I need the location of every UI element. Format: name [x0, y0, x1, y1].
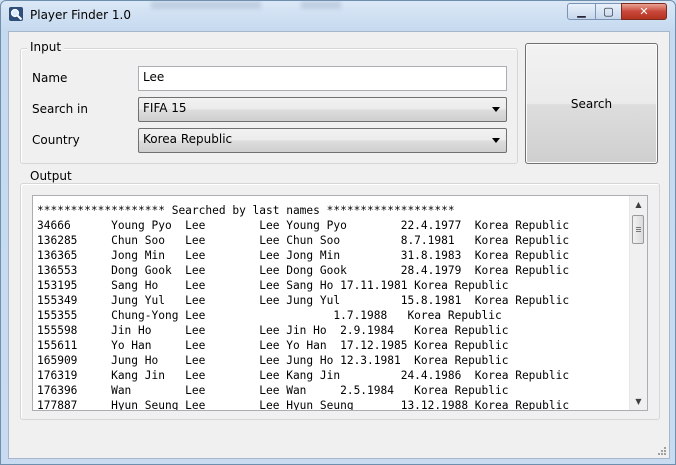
- background-blur: [301, 1, 341, 9]
- maximize-button[interactable]: ▢: [595, 3, 622, 20]
- chevron-down-icon: [492, 107, 500, 112]
- output-row: 155598 Jin Ho Lee Lee Jin Ho 2.9.1984 Ko…: [37, 324, 509, 337]
- search-in-value: FIFA 15: [143, 101, 187, 115]
- output-row: 176319 Kang Jin Lee Lee Kang Jin 24.4.19…: [37, 369, 570, 382]
- output-textarea[interactable]: ******************* Searched by last nam…: [32, 195, 648, 411]
- output-row: 176396 Wan Lee Lee Wan 2.5.1984 Korea Re…: [37, 384, 509, 397]
- client-area: Input Name Lee Search in FIFA 15 Country…: [8, 31, 670, 459]
- input-group-legend: Input: [27, 40, 65, 54]
- app-window: Player Finder 1.0 ▁ ▢ ✕ Input Name Lee S…: [0, 0, 676, 465]
- magnifier-app-icon: [9, 7, 23, 21]
- search-in-label: Search in: [32, 102, 88, 116]
- output-row: 153195 Sang Ho Lee Lee Sang Ho 17.11.198…: [37, 279, 509, 292]
- maximize-icon: ▢: [603, 5, 614, 18]
- country-label: Country: [32, 133, 80, 147]
- background-blur: [151, 1, 261, 9]
- name-label: Name: [32, 71, 68, 85]
- output-scrollbar[interactable]: ▲ ▼: [629, 196, 647, 410]
- minimize-icon: ▁: [577, 5, 586, 18]
- output-row: 165909 Jung Ho Lee Lee Jung Ho 12.3.1981…: [37, 354, 509, 367]
- output-row: 155349 Jung Yul Lee Lee Jung Yul 15.8.19…: [37, 294, 570, 307]
- scroll-thumb[interactable]: [632, 215, 644, 244]
- search-button[interactable]: Search: [525, 43, 658, 164]
- chevron-down-icon: [492, 138, 500, 143]
- minimize-button[interactable]: ▁: [567, 3, 596, 20]
- grip-line: [636, 229, 641, 230]
- grip-line: [636, 227, 641, 228]
- window-title: Player Finder 1.0: [30, 8, 131, 22]
- output-row: 177887 Hyun Seung Lee Lee Hyun Seung 13.…: [37, 399, 570, 411]
- output-row: 136365 Jong Min Lee Lee Jong Min 31.8.19…: [37, 249, 570, 262]
- output-row: 136553 Dong Gook Lee Lee Dong Gook 28.4.…: [37, 264, 570, 277]
- output-text: ******************* Searched by last nam…: [37, 203, 570, 411]
- output-row: 155611 Yo Han Lee Lee Yo Han 17.12.1985 …: [37, 339, 509, 352]
- country-value: Korea Republic: [143, 132, 233, 146]
- scroll-down-arrow-icon[interactable]: ▼: [630, 393, 647, 410]
- output-row: 34666 Young Pyo Lee Lee Young Pyo 22.4.1…: [37, 219, 570, 232]
- output-row: 155355 Chung-Yong Lee 1.7.1988 Korea Rep…: [37, 309, 502, 322]
- scroll-up-arrow-icon[interactable]: ▲: [630, 196, 647, 213]
- country-dropdown[interactable]: Korea Republic: [138, 128, 507, 153]
- search-button-label: Search: [570, 96, 613, 111]
- resize-grip-icon[interactable]: [657, 446, 667, 456]
- title-bar[interactable]: Player Finder 1.0 ▁ ▢ ✕: [1, 1, 675, 29]
- output-group-legend: Output: [27, 169, 75, 183]
- close-button[interactable]: ✕: [621, 3, 667, 20]
- close-icon: ✕: [639, 5, 649, 18]
- search-in-dropdown[interactable]: FIFA 15: [138, 97, 507, 122]
- grip-line: [636, 231, 641, 232]
- output-row: 136285 Chun Soo Lee Lee Chun Soo 8.7.198…: [37, 234, 570, 247]
- output-header: ******************* Searched by last nam…: [37, 204, 455, 217]
- name-input[interactable]: Lee: [138, 66, 507, 91]
